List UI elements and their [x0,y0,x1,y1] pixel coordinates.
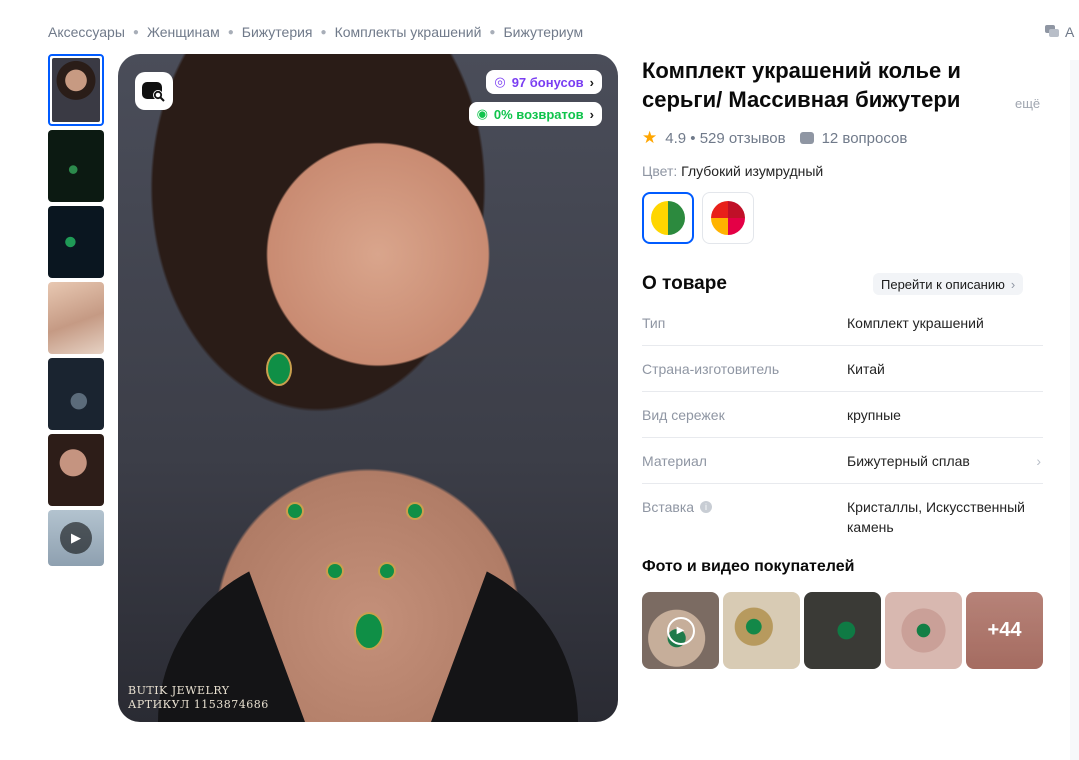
spec-key: Материал [642,453,707,469]
color-swatch-emerald[interactable] [642,192,694,244]
question-icon [799,132,814,144]
color-value: Глубокий изумрудный [681,163,824,179]
product-photo-gem [408,504,422,518]
spec-row: Тип Комплект украшений [642,300,1043,346]
customer-photo[interactable] [885,592,962,669]
breadcrumb-item[interactable]: Аксессуары [48,24,125,40]
breadcrumb: Аксессуары ● Женщинам ● Бижутерия ● Комп… [48,24,583,40]
top-right-label: А [1065,24,1075,40]
color-swatch-disc [711,201,745,235]
rating-value: 4.9 [665,129,687,147]
bonus-icon: ◎ [494,74,506,89]
rating-row: ★ 4.9 • 529 отзывов 12 вопросов [642,128,907,148]
product-title: Комплект украшений колье и серьги/ Масси… [642,58,961,112]
customer-photo[interactable] [723,592,800,669]
thumbnail-image [52,58,100,122]
returns-badge-label: 0% возвратов [493,106,584,122]
thumbnail-image [48,130,104,202]
customer-photos-heading: Фото и видео покупателей [642,558,855,575]
bonus-badge[interactable]: ◎ 97 бонусов › [486,70,602,94]
customer-photo[interactable] [804,592,881,669]
breadcrumb-item[interactable]: Бижутерия [242,24,313,40]
image-search-button[interactable] [135,72,173,110]
chevron-right-icon: › [1010,276,1016,292]
thumbnail-gallery: ▶ [48,54,104,570]
breadcrumb-item[interactable]: Бижутериум [503,24,583,40]
breadcrumb-item[interactable]: Женщинам [147,24,220,40]
play-icon: ▶ [60,522,92,554]
spec-key: Вид сережек [642,407,725,423]
reviews-link[interactable]: 529 отзывов [700,130,786,147]
chevron-right-icon: › [589,74,594,90]
color-swatches [642,192,754,244]
product-main-image[interactable]: ◎ 97 бонусов › ◉ 0% возвратов › BUTIK JE… [118,54,618,722]
spec-value-wrap: Бижутерный сплав › [847,451,1043,471]
more-photos-count: +44 [966,592,1043,669]
title-more-link[interactable]: ещё [1015,96,1040,111]
breadcrumb-item[interactable]: Комплекты украшений [335,24,482,40]
spec-row: Вставка i Кристаллы, Искусственный камен… [642,484,1043,549]
product-photo-gem [380,564,394,578]
chevron-right-icon: › [1036,453,1041,469]
spec-value: крупные [847,407,901,423]
customer-photos-more[interactable]: +44 [966,592,1043,669]
spec-value: Кристаллы, Искусственный камень [847,499,1025,535]
spec-value: Бижутерный сплав [847,453,970,469]
goto-description-button[interactable]: Перейти к описанию › [873,273,1024,295]
thumbnail-image [48,206,104,278]
thumbnail[interactable] [48,206,104,278]
breadcrumb-separator: ● [132,26,139,38]
spec-key: Вставка [642,499,695,515]
thumbnail-image [48,434,104,506]
thumbnail[interactable] [48,130,104,202]
star-icon: ★ [642,128,658,147]
returns-icon: ◉ [476,106,488,121]
watermark-line: АРТИКУЛ 1153874686 [128,698,269,711]
product-photo-pendant [356,614,382,648]
image-search-icon [142,82,165,102]
thumbnail[interactable] [48,282,104,354]
color-swatch-red[interactable] [702,192,754,244]
video-thumbnail[interactable]: ▶ [48,510,104,566]
thumbnail[interactable] [48,358,104,430]
chevron-right-icon: › [589,106,594,122]
play-icon: ▶ [666,616,695,645]
product-photo-gem [328,564,342,578]
spec-key: Тип [642,315,666,331]
watermark-line: BUTIK JEWELRY [128,684,230,697]
color-swatch-disc [651,201,685,235]
spec-key: Страна-изготовитель [642,361,780,377]
color-label: Цвет: [642,163,678,179]
image-watermark: BUTIK JEWELRY АРТИКУЛ 1153874686 [128,684,269,712]
info-icon[interactable]: i [700,501,713,513]
spec-key-wrap: Вставка i [642,497,847,537]
spec-value: Китай [847,361,885,377]
breadcrumb-separator: ● [227,26,234,38]
spec-row: Вид сережек крупные [642,392,1043,438]
goto-description-label: Перейти к описанию [881,276,1005,292]
spec-row: Страна-изготовитель Китай [642,346,1043,392]
side-panel-edge [1070,60,1079,760]
about-heading: О товаре [642,273,727,294]
rating-separator: • [686,129,700,147]
breadcrumb-separator: ● [320,26,327,38]
spec-row-material[interactable]: Материал Бижутерный сплав › [642,438,1043,484]
product-photo-earring [268,354,290,384]
bonus-badge-label: 97 бонусов [511,74,584,90]
questions-link[interactable]: 12 вопросов [822,130,908,147]
customer-video[interactable]: ▶ [642,592,719,669]
chat-icon [1045,25,1059,37]
color-line: Цвет: Глубокий изумрудный [642,163,823,179]
compare-link[interactable]: А [1045,24,1074,40]
customer-photos: ▶ +44 [642,592,1043,669]
breadcrumb-separator: ● [489,26,496,38]
product-photo-gem [288,504,302,518]
specs-table: Тип Комплект украшений Страна-изготовите… [642,300,1043,549]
thumbnail-image [48,282,104,354]
spec-value: Комплект украшений [847,315,984,331]
thumbnail-image [48,358,104,430]
returns-badge[interactable]: ◉ 0% возвратов › [468,102,602,126]
thumbnail[interactable] [48,434,104,506]
thumbnail[interactable] [48,54,104,126]
